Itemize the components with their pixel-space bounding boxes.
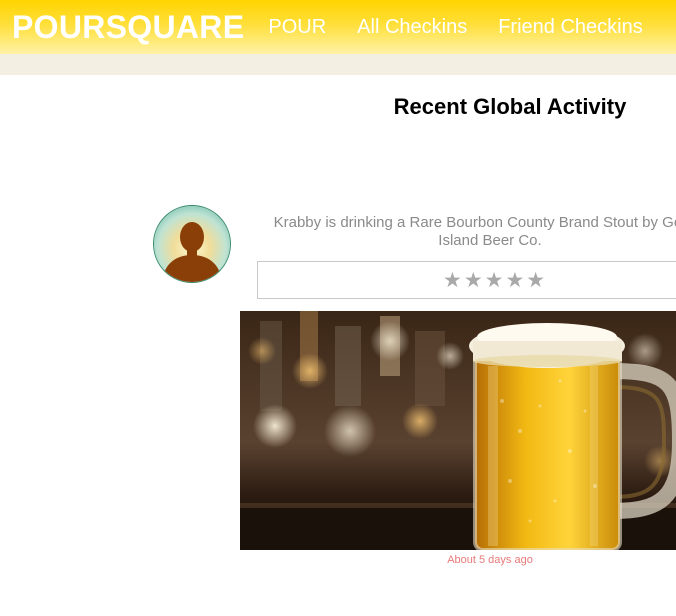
brand-logo[interactable]: POURSQUARE: [12, 9, 244, 46]
rating-stars[interactable]: ★★★★★: [443, 268, 547, 293]
rating-box[interactable]: ★★★★★: [257, 261, 676, 299]
navbar-subbar: [0, 54, 676, 75]
nav-link-all-checkins[interactable]: All Checkins: [357, 16, 467, 39]
top-navbar: POURSQUARE POUR All Checkins Friend Chec…: [0, 0, 676, 54]
user-avatar[interactable]: [153, 205, 231, 283]
nav-link-pour[interactable]: POUR: [268, 16, 326, 39]
nav-link-friend-checkins[interactable]: Friend Checkins: [498, 16, 643, 39]
checkin-description: Krabby is drinking a Rare Bourbon County…: [273, 214, 676, 249]
checkin-timestamp[interactable]: About 5 days ago: [420, 554, 560, 566]
default-user-silhouette-icon: [154, 206, 230, 282]
page-title: Recent Global Activity: [393, 94, 627, 119]
beer-mug-photo: [240, 311, 676, 550]
